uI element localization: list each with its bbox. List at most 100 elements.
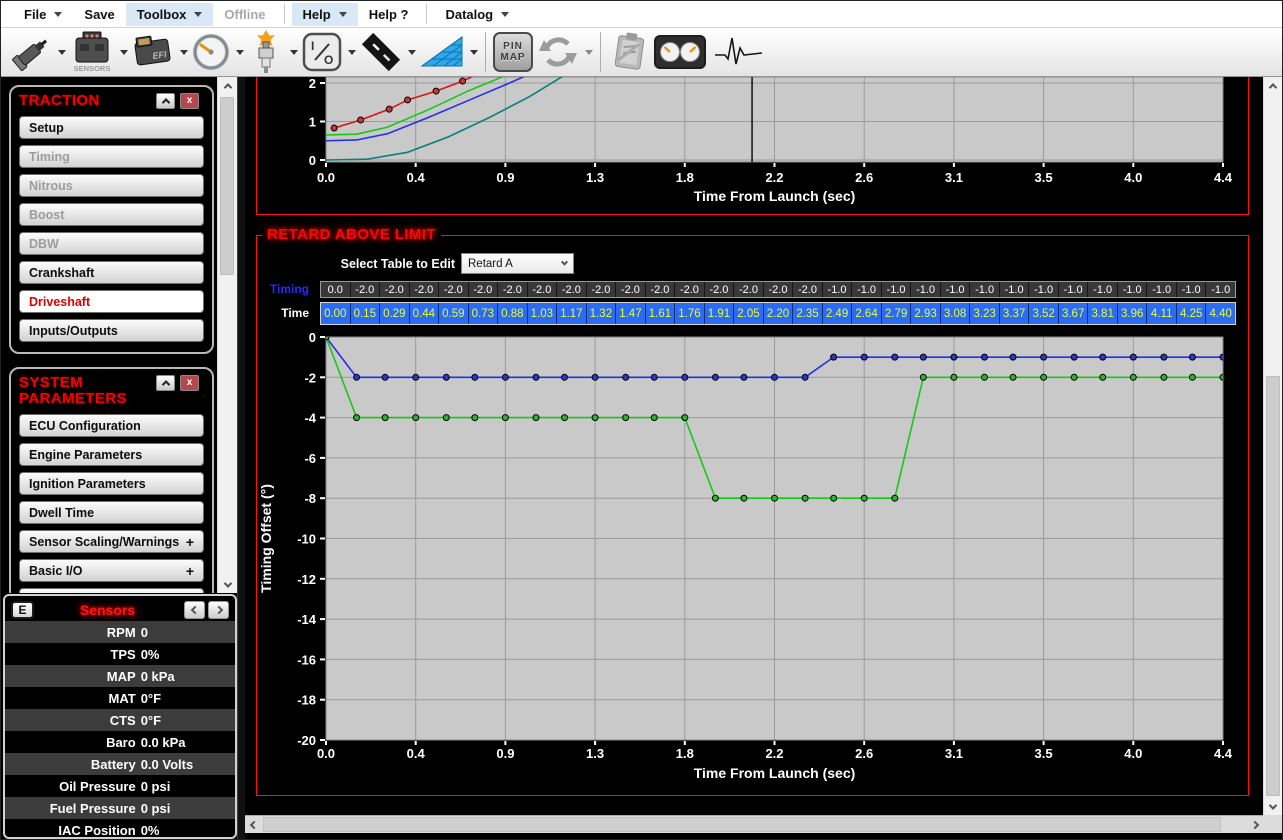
table-select-dropdown[interactable]: Retard A — [461, 253, 574, 274]
time-cell[interactable]: 4.40 — [1206, 303, 1235, 324]
time-cell[interactable]: 3.08 — [941, 303, 971, 324]
edit-button[interactable]: E — [11, 601, 34, 619]
time-cell[interactable]: 2.93 — [911, 303, 941, 324]
time-cell[interactable]: 3.37 — [1000, 303, 1030, 324]
timing-cell[interactable]: -2.0 — [557, 282, 587, 297]
dropdown-arrow-icon[interactable] — [290, 50, 298, 55]
menu-item-offline[interactable]: Offline — [213, 3, 276, 26]
time-cell[interactable]: 1.17 — [557, 303, 587, 324]
spark-plug-button[interactable] — [246, 29, 298, 75]
time-cell[interactable]: 0.00 — [321, 303, 351, 324]
timing-cell[interactable]: -1.0 — [1000, 282, 1030, 297]
gauge-button[interactable] — [190, 31, 244, 73]
timing-cell[interactable]: -2.0 — [675, 282, 705, 297]
io-button[interactable]: I O — [300, 31, 356, 73]
menu-item-help[interactable]: Help ? — [358, 3, 420, 26]
dropdown-arrow-icon[interactable] — [585, 50, 593, 55]
timing-cell[interactable]: -1.0 — [882, 282, 912, 297]
timing-cell[interactable]: -1.0 — [1118, 282, 1148, 297]
time-cell[interactable]: 3.81 — [1088, 303, 1118, 324]
time-cell[interactable]: 0.73 — [469, 303, 499, 324]
timing-cell[interactable]: -2.0 — [410, 282, 440, 297]
timing-cell[interactable]: -1.0 — [852, 282, 882, 297]
time-cell[interactable]: 4.25 — [1177, 303, 1207, 324]
scroll-up-button[interactable] — [218, 77, 237, 94]
time-cell[interactable]: 0.88 — [498, 303, 528, 324]
timing-cell[interactable]: -1.0 — [911, 282, 941, 297]
sidebar-splitter[interactable] — [237, 77, 245, 840]
timing-cell[interactable]: -1.0 — [1088, 282, 1118, 297]
time-cell[interactable]: 2.64 — [852, 303, 882, 324]
time-cell[interactable]: 2.79 — [882, 303, 912, 324]
sidebar-button-driveshaft[interactable]: Driveshaft — [19, 290, 204, 313]
time-cell[interactable]: 3.52 — [1029, 303, 1059, 324]
time-cell[interactable]: 0.15 — [351, 303, 381, 324]
dropdown-arrow-icon[interactable] — [470, 50, 478, 55]
timing-cell[interactable]: -2.0 — [469, 282, 499, 297]
timing-cell[interactable]: 0.0 — [321, 282, 351, 297]
notes-button[interactable] — [608, 30, 652, 74]
time-cell[interactable]: 3.23 — [970, 303, 1000, 324]
time-cell[interactable]: 1.61 — [646, 303, 676, 324]
timing-cell[interactable]: -2.0 — [646, 282, 676, 297]
menu-item-help[interactable]: Help — [292, 3, 358, 26]
timing-cell[interactable]: -1.0 — [1177, 282, 1207, 297]
timing-cell[interactable]: -2.0 — [528, 282, 558, 297]
dropdown-arrow-icon[interactable] — [120, 50, 128, 55]
sidebar-scrollbar[interactable] — [217, 77, 237, 593]
time-cell[interactable]: 4.11 — [1147, 303, 1177, 324]
timing-cell[interactable]: -1.0 — [1029, 282, 1059, 297]
collapse-button[interactable] — [156, 375, 175, 391]
sidebar-button-inputs-outputs[interactable]: Inputs/Outputs — [19, 319, 204, 342]
next-page-button[interactable] — [208, 601, 229, 619]
collapse-button[interactable] — [156, 93, 175, 109]
menu-item-file[interactable]: File — [13, 3, 73, 26]
scroll-left-button[interactable] — [245, 816, 262, 833]
close-button[interactable]: x — [180, 93, 199, 109]
time-cell[interactable]: 0.59 — [439, 303, 469, 324]
timing-cell[interactable]: -2.0 — [793, 282, 823, 297]
scroll-down-button[interactable] — [1264, 798, 1282, 815]
dropdown-arrow-icon[interactable] — [236, 50, 244, 55]
time-cell[interactable]: 1.03 — [528, 303, 558, 324]
time-cell[interactable]: 3.67 — [1059, 303, 1089, 324]
time-cell[interactable]: 0.44 — [410, 303, 440, 324]
time-cell[interactable]: 2.20 — [764, 303, 794, 324]
timing-cell[interactable]: -2.0 — [498, 282, 528, 297]
timing-cell[interactable]: -1.0 — [1147, 282, 1177, 297]
sidebar-button-engine-parameters[interactable]: Engine Parameters — [19, 443, 204, 466]
dropdown-arrow-icon[interactable] — [408, 50, 416, 55]
scroll-right-button[interactable] — [1246, 816, 1263, 833]
sidebar-button-timing[interactable]: Timing — [19, 145, 204, 168]
sidebar-button-ignition-parameters[interactable]: Ignition Parameters — [19, 472, 204, 495]
main-horizontal-scrollbar[interactable] — [245, 815, 1263, 833]
scroll-down-button[interactable] — [218, 576, 237, 593]
dropdown-arrow-icon[interactable] — [180, 50, 188, 55]
time-cell[interactable]: 1.32 — [587, 303, 617, 324]
timing-cell[interactable]: -1.0 — [1206, 282, 1235, 297]
timing-cell[interactable]: -2.0 — [705, 282, 735, 297]
timing-cell[interactable]: -1.0 — [1059, 282, 1089, 297]
surface-map-button[interactable] — [418, 31, 478, 73]
timing-cell[interactable]: -2.0 — [734, 282, 764, 297]
time-cell[interactable]: 2.05 — [734, 303, 764, 324]
sensors-module-button[interactable]: SENSORS — [68, 30, 128, 74]
time-cell[interactable]: 3.96 — [1118, 303, 1148, 324]
timing-stripe-button[interactable] — [358, 31, 416, 73]
sync-button[interactable] — [535, 31, 593, 73]
sidebar-button-closed-loop-learn[interactable]: Closed Loop/Learn+ — [19, 588, 204, 593]
time-cell[interactable]: 1.76 — [675, 303, 705, 324]
retard-chart[interactable]: 0.00.40.91.31.82.22.63.13.54.04.40-2-4-6… — [257, 329, 1248, 789]
dropdown-arrow-icon[interactable] — [348, 50, 356, 55]
time-cell[interactable]: 1.91 — [705, 303, 735, 324]
sidebar-button-dbw[interactable]: DBW — [19, 232, 204, 255]
timing-cell[interactable]: -2.0 — [351, 282, 381, 297]
dropdown-arrow-icon[interactable] — [58, 50, 66, 55]
sidebar-button-dwell-time[interactable]: Dwell Time — [19, 501, 204, 524]
sidebar-button-basic-i-o[interactable]: Basic I/O+ — [19, 559, 204, 582]
menu-item-datalog[interactable]: Datalog — [434, 3, 520, 26]
launch-chart[interactable]: 0.00.40.91.31.82.22.63.13.54.04.4012Time… — [257, 77, 1248, 214]
timing-cell[interactable]: -2.0 — [439, 282, 469, 297]
scrollbar-thumb[interactable] — [263, 817, 1221, 832]
timing-cell[interactable]: -2.0 — [587, 282, 617, 297]
